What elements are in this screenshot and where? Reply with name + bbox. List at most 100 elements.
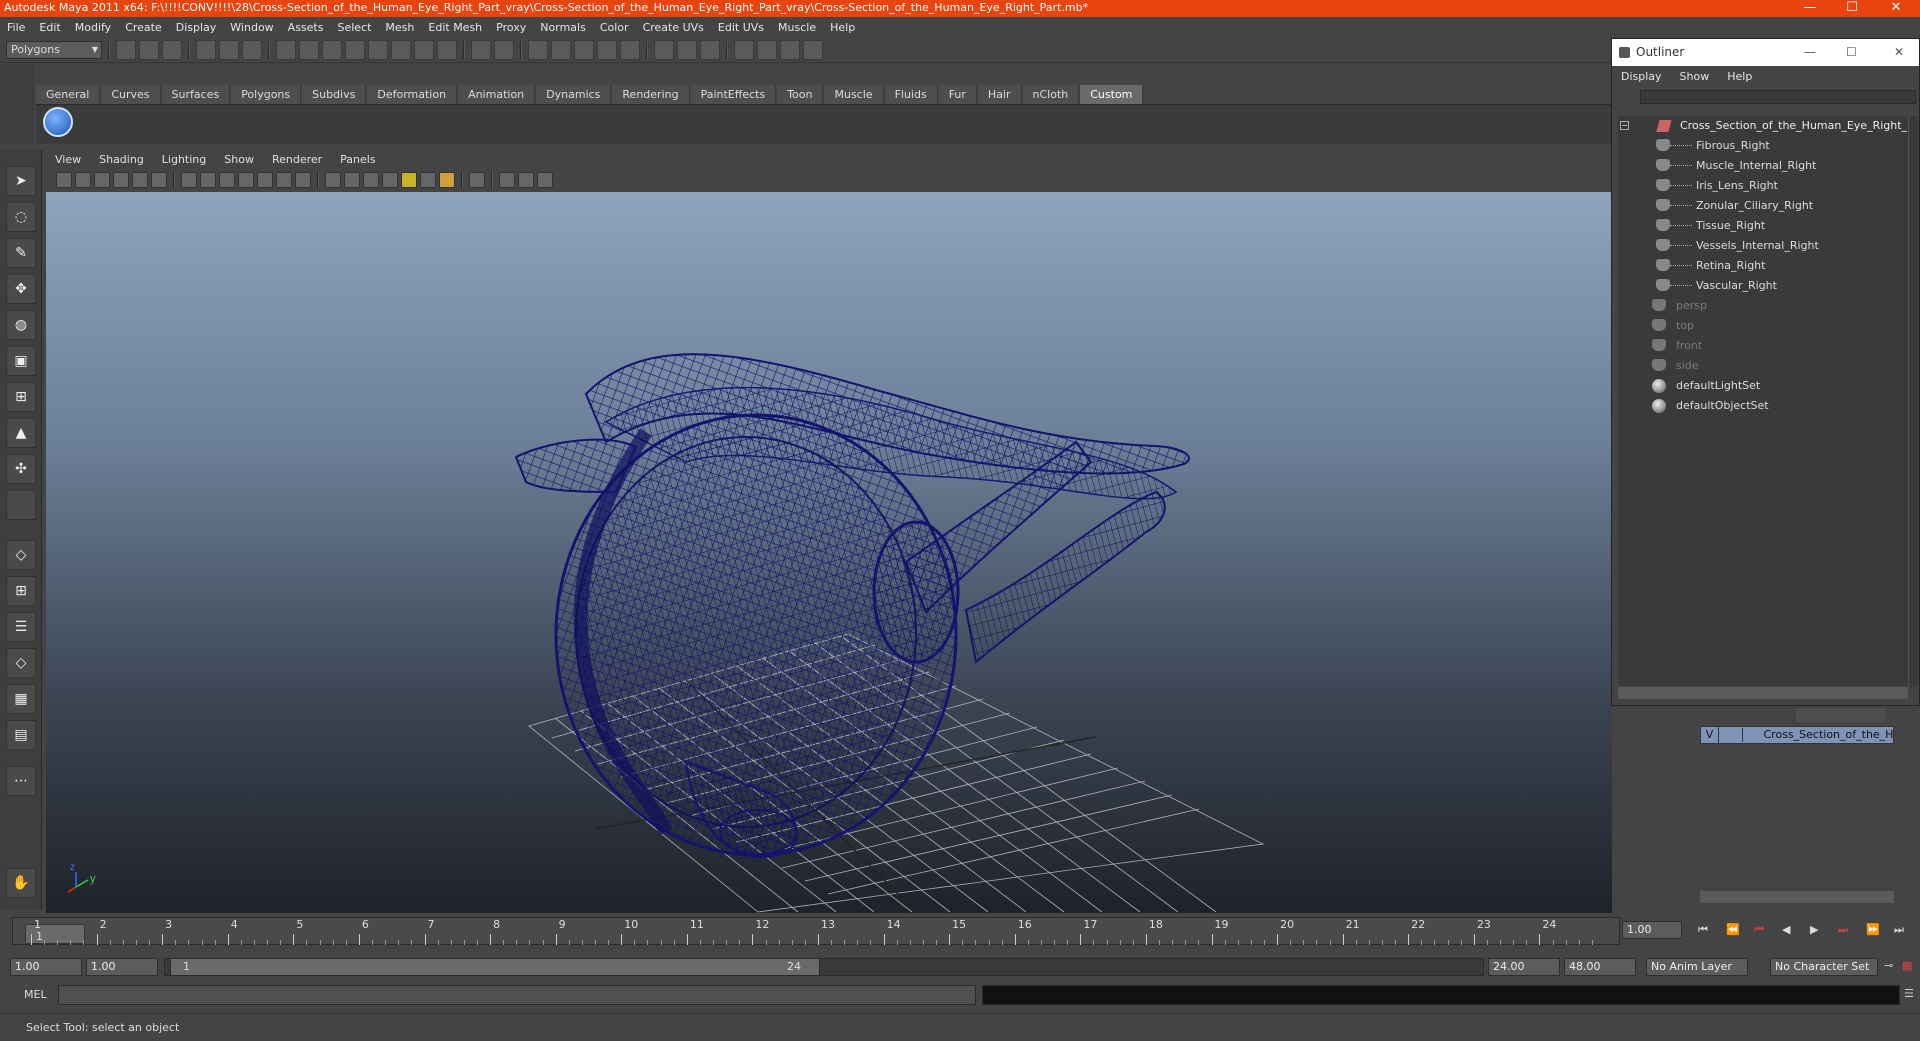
close-button[interactable]: ✕ [1876, 0, 1916, 16]
outliner-item-camera[interactable]: top [1618, 316, 1908, 336]
camera-attributes-icon[interactable] [75, 172, 91, 188]
high-quality-icon[interactable] [439, 172, 455, 188]
layout-options-icon[interactable]: ⋯ [6, 766, 36, 796]
show-manipulator-icon[interactable]: ✣ [6, 454, 36, 484]
select-by-component-icon[interactable] [242, 39, 262, 60]
range-slider-handle[interactable]: 1 24 [170, 958, 820, 976]
menu-create[interactable]: Create [118, 21, 169, 34]
use-all-lights-icon[interactable] [401, 172, 417, 188]
persp-graph-hypergraph-layout-icon[interactable]: ▤ [6, 720, 36, 750]
step-back-frame-icon[interactable]: ⏪ [1726, 923, 1740, 936]
save-scene-icon[interactable] [162, 39, 182, 60]
tab-rendering[interactable]: Rendering [612, 85, 690, 104]
last-tool-icon[interactable] [6, 490, 36, 520]
playback-end-field[interactable]: 24.00 [1488, 958, 1560, 976]
universal-manipulator-icon[interactable]: ⊞ [6, 382, 36, 412]
panel-menu-lighting[interactable]: Lighting [153, 153, 215, 166]
tab-animation[interactable]: Animation [458, 85, 536, 104]
select-tool-icon[interactable]: ➤ [6, 166, 36, 196]
select-camera-icon[interactable] [56, 172, 72, 188]
panel-menu-panels[interactable]: Panels [331, 153, 384, 166]
select-rendering-icon[interactable] [414, 39, 434, 60]
outliner-persp-layout-icon[interactable]: ☰ [6, 612, 36, 642]
snap-to-point-icon[interactable] [574, 39, 594, 60]
outliner-minimize-button[interactable]: — [1804, 39, 1816, 66]
step-forward-key-icon[interactable]: ⏭ [1838, 923, 1848, 937]
camera-manipulators-icon[interactable] [537, 172, 553, 188]
gate-mask-icon[interactable] [238, 172, 254, 188]
menu-select[interactable]: Select [330, 21, 378, 34]
outliner-item-child[interactable]: Zonular_Ciliary_Right [1618, 196, 1908, 216]
outliner-menu-show[interactable]: Show [1671, 70, 1719, 83]
command-input[interactable] [58, 985, 976, 1005]
select-curves-icon[interactable] [322, 39, 342, 60]
outliner-close-button[interactable]: ✕ [1894, 39, 1904, 66]
select-by-hierarchy-icon[interactable] [196, 39, 216, 60]
tab-fluids[interactable]: Fluids [884, 85, 938, 104]
go-to-start-icon[interactable]: ⏮ [1698, 923, 1708, 937]
outliner-item-child[interactable]: Iris_Lens_Right [1618, 176, 1908, 196]
xray-joints-icon[interactable] [518, 172, 534, 188]
tab-muscle[interactable]: Muscle [824, 85, 884, 104]
menu-help[interactable]: Help [823, 21, 862, 34]
outliner-item-set[interactable]: defaultLightSet [1618, 376, 1908, 396]
soft-modification-icon[interactable]: ▲ [6, 418, 36, 448]
time-slider[interactable]: 1 1 2 3 4 5 6 7 8 9 10 11 12 13 14 15 16 17 18 19 20 21 22 23 2… [12, 917, 1620, 945]
command-language-label[interactable]: MEL [24, 988, 47, 1001]
menu-window[interactable]: Window [223, 21, 280, 34]
lasso-tool-icon[interactable]: ◌ [6, 202, 36, 232]
layer-visibility-toggle[interactable]: V [1701, 727, 1719, 743]
open-scene-icon[interactable] [139, 39, 159, 60]
grease-pencil-icon[interactable] [151, 172, 167, 188]
ipr-render-icon[interactable] [734, 39, 754, 60]
tab-toon[interactable]: Toon [777, 85, 824, 104]
outliner-item-camera[interactable]: side [1618, 356, 1908, 376]
menu-assets[interactable]: Assets [281, 21, 331, 34]
tab-painteffects[interactable]: PaintEffects [690, 85, 777, 104]
render-current-frame-icon[interactable] [700, 39, 720, 60]
select-deformations-icon[interactable] [368, 39, 388, 60]
step-forward-frame-icon[interactable]: ⏩ [1866, 923, 1880, 936]
make-live-icon[interactable] [620, 39, 640, 60]
menu-display[interactable]: Display [169, 21, 224, 34]
auto-key-icon[interactable]: ▦ [1902, 959, 1912, 972]
maximize-button[interactable]: ☐ [1832, 0, 1872, 16]
outliner-item-camera[interactable]: front [1618, 336, 1908, 356]
isolate-select-icon[interactable] [469, 172, 485, 188]
perspective-view[interactable]: y z [46, 192, 1612, 913]
start-time-field[interactable]: 1.00 [10, 958, 82, 976]
textured-icon[interactable] [382, 172, 398, 188]
outliner-horizontal-scrollbar[interactable] [1618, 687, 1908, 699]
tab-ncloth[interactable]: nCloth [1022, 85, 1080, 104]
key-icon[interactable]: ⊸ [1884, 959, 1893, 972]
checkmark-shelf-icon[interactable] [43, 107, 73, 137]
outliner-menu-display[interactable]: Display [1612, 70, 1671, 83]
outliner-item-child[interactable]: Tissue_Right [1618, 216, 1908, 236]
layer-color-swatch[interactable] [1746, 728, 1760, 742]
menu-edit[interactable]: Edit [32, 21, 67, 34]
playback-start-field[interactable]: 1.00 [86, 958, 158, 976]
script-editor-icon[interactable]: ☰ [1904, 987, 1914, 1000]
end-time-field[interactable]: 48.00 [1564, 958, 1636, 976]
menu-modify[interactable]: Modify [68, 21, 118, 34]
xray-icon[interactable] [499, 172, 515, 188]
outliner-item-set[interactable]: defaultObjectSet [1618, 396, 1908, 416]
menu-create-uvs[interactable]: Create UVs [636, 21, 711, 34]
menu-file[interactable]: File [0, 21, 32, 34]
hypershade-persp-layout-icon[interactable]: ▦ [6, 684, 36, 714]
select-joints-icon[interactable] [299, 39, 319, 60]
render-settings-icon[interactable] [757, 39, 777, 60]
rotate-tool-icon[interactable]: ◍ [6, 310, 36, 340]
outliner-vertical-scrollbar[interactable] [1908, 116, 1918, 687]
collapse-icon[interactable]: − [1620, 121, 1629, 130]
tab-deformation[interactable]: Deformation [367, 85, 458, 104]
outliner-item-child[interactable]: Retina_Right [1618, 256, 1908, 276]
current-time-field[interactable]: 1.00 [1622, 921, 1682, 939]
outliner-item-child[interactable]: Muscle_Internal_Right [1618, 156, 1908, 176]
resolution-gate-icon[interactable] [219, 172, 235, 188]
panel-menu-show[interactable]: Show [215, 153, 263, 166]
outliner-item-camera[interactable]: persp [1618, 296, 1908, 316]
select-surfaces-icon[interactable] [345, 39, 365, 60]
film-gate-icon[interactable] [200, 172, 216, 188]
layer-row[interactable]: V Cross_Section_of_the_Human_Eye_Right_P… [1700, 726, 1894, 744]
